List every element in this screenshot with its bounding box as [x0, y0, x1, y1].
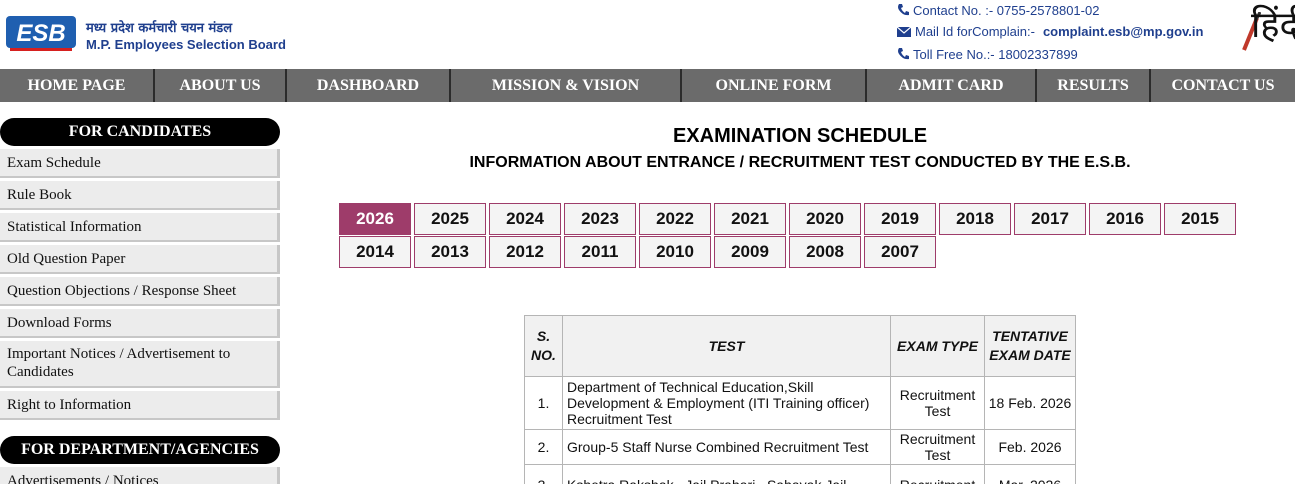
year-tab-2014[interactable]: 2014 [339, 236, 411, 268]
cell-test[interactable]: Kshetra Rakshak , Jail Prahari , Sahayak… [562, 464, 891, 484]
year-tab-2023[interactable]: 2023 [564, 203, 636, 235]
year-tab-2012[interactable]: 2012 [489, 236, 561, 268]
header-sno: S. NO. [524, 315, 563, 377]
cell-sno: 3. [524, 464, 563, 484]
toll-free: Toll Free No.:- 18002337899 [897, 44, 1078, 64]
year-tab-2010[interactable]: 2010 [639, 236, 711, 268]
hindi-toggle-text: हिंदी [1251, 5, 1295, 46]
table-header-row: S. NO. TEST EXAM TYPE TENTATIVE EXAM DAT… [524, 315, 1076, 377]
year-tab-2008[interactable]: 2008 [789, 236, 861, 268]
nav-dashboard[interactable]: DASHBOARD [287, 69, 451, 102]
year-tab-2015[interactable]: 2015 [1164, 203, 1236, 235]
nav-admit-card[interactable]: ADMIT CARD [867, 69, 1037, 102]
logo-english-text: M.P. Employees Selection Board [86, 37, 286, 52]
contact-number: Contact No. :- 0755-2578801-02 [897, 0, 1099, 20]
table-row: 2. Group-5 Staff Nurse Combined Recruitm… [524, 429, 1076, 465]
sidebar-item-download-forms[interactable]: Download Forms [0, 309, 280, 338]
year-tab-2007[interactable]: 2007 [864, 236, 936, 268]
nav-about-us[interactable]: ABOUT US [155, 69, 287, 102]
exam-schedule-table: S. NO. TEST EXAM TYPE TENTATIVE EXAM DAT… [524, 315, 1076, 484]
mail-icon [897, 26, 911, 37]
sidebar-item-question-objections[interactable]: Question Objections / Response Sheet [0, 277, 280, 306]
page-title: EXAMINATION SCHEDULE [672, 125, 928, 147]
sidebar-item-rule-book[interactable]: Rule Book [0, 181, 280, 210]
cell-exam-type: Recruitment Test [890, 376, 985, 430]
year-tab-2025[interactable]: 2025 [414, 203, 486, 235]
complaint-mail: Mail Id forComplain:- complaint.esb@mp.g… [897, 21, 1203, 41]
nav-home[interactable]: HOME PAGE [0, 69, 155, 102]
main-navigation: HOME PAGE ABOUT US DASHBOARD MISSION & V… [0, 69, 1295, 102]
nav-online-form[interactable]: ONLINE FORM [682, 69, 867, 102]
site-header: ESB मध्य प्रदेश कर्मचारी चयन मंडल M.P. E… [0, 0, 1295, 69]
year-tab-2017[interactable]: 2017 [1014, 203, 1086, 235]
year-tab-2018[interactable]: 2018 [939, 203, 1011, 235]
year-tabs: 2026 2025 2024 2023 2022 2021 2020 2019 … [339, 203, 1244, 269]
sidebar-item-right-to-information[interactable]: Right to Information [0, 391, 280, 420]
esb-logo-icon: ESB [6, 16, 76, 51]
cell-exam-type: Recruitment Test [890, 429, 985, 465]
logo-hindi-text: मध्य प्रदेश कर्मचारी चयन मंडल [86, 21, 233, 36]
toll-free-text: Toll Free No.:- 18002337899 [913, 46, 1078, 62]
sidebar-item-exam-schedule[interactable]: Exam Schedule [0, 149, 280, 178]
table-row: 3. Kshetra Rakshak , Jail Prahari , Saha… [524, 464, 1076, 484]
contact-number-text: Contact No. :- 0755-2578801-02 [913, 2, 1100, 18]
sidebar-item-old-question-paper[interactable]: Old Question Paper [0, 245, 280, 274]
nav-results[interactable]: RESULTS [1037, 69, 1151, 102]
cell-test[interactable]: Group-5 Staff Nurse Combined Recruitment… [562, 429, 891, 465]
page-subtitle: INFORMATION ABOUT ENTRANCE / RECRUITMENT… [469, 154, 1131, 171]
year-row-1: 2026 2025 2024 2023 2022 2021 2020 2019 … [339, 203, 1244, 236]
cell-exam-date: Mar. 2026 [984, 464, 1076, 484]
year-tab-2013[interactable]: 2013 [414, 236, 486, 268]
header-test: TEST [562, 315, 891, 377]
header-exam-type: EXAM TYPE [890, 315, 985, 377]
table-row: 1. Department of Technical Education,Ski… [524, 376, 1076, 430]
cell-test[interactable]: Department of Technical Education,Skill … [562, 376, 891, 430]
year-tab-2026[interactable]: 2026 [339, 203, 411, 235]
contact-info: Contact No. :- 0755-2578801-02 Mail Id f… [897, 0, 1242, 66]
year-tab-2020[interactable]: 2020 [789, 203, 861, 235]
department-header: FOR DEPARTMENT/AGENCIES [0, 436, 280, 464]
year-tab-2009[interactable]: 2009 [714, 236, 786, 268]
complaint-email-link[interactable]: complaint.esb@mp.gov.in [1043, 24, 1204, 39]
cell-exam-date: Feb. 2026 [984, 429, 1076, 465]
header-exam-date: TENTATIVE EXAM DATE [984, 315, 1076, 377]
candidates-header: FOR CANDIDATES [0, 118, 280, 146]
year-tab-2022[interactable]: 2022 [639, 203, 711, 235]
hindi-language-button[interactable]: हिंदी [1241, 6, 1295, 56]
cell-sno: 2. [524, 429, 563, 465]
sidebar-item-statistical-information[interactable]: Statistical Information [0, 213, 280, 242]
year-tab-2019[interactable]: 2019 [864, 203, 936, 235]
nav-mission-vision[interactable]: MISSION & VISION [451, 69, 682, 102]
year-tab-2016[interactable]: 2016 [1089, 203, 1161, 235]
year-row-2: 2014 2013 2012 2011 2010 2009 2008 2007 [339, 236, 1244, 269]
svg-text:ESB: ESB [16, 20, 65, 47]
phone-icon [898, 4, 909, 16]
esb-logo[interactable]: ESB मध्य प्रदेश कर्मचारी चयन मंडल M.P. E… [6, 8, 286, 58]
sidebar-item-advertisements[interactable]: Advertisements / Notices [0, 467, 280, 484]
year-tab-2021[interactable]: 2021 [714, 203, 786, 235]
cell-exam-type: Recruitment [890, 464, 985, 484]
cell-sno: 1. [524, 376, 563, 430]
year-tab-2011[interactable]: 2011 [564, 236, 636, 268]
phone-icon [898, 48, 909, 60]
year-tab-2024[interactable]: 2024 [489, 203, 561, 235]
sidebar: FOR CANDIDATES Exam Schedule Rule Book S… [0, 118, 282, 484]
sidebar-item-important-notices[interactable]: Important Notices / Advertisement to Can… [0, 341, 280, 388]
cell-exam-date: 18 Feb. 2026 [984, 376, 1076, 430]
nav-contact-us[interactable]: CONTACT US [1151, 69, 1295, 102]
mail-label: Mail Id forComplain:- [915, 23, 1035, 39]
